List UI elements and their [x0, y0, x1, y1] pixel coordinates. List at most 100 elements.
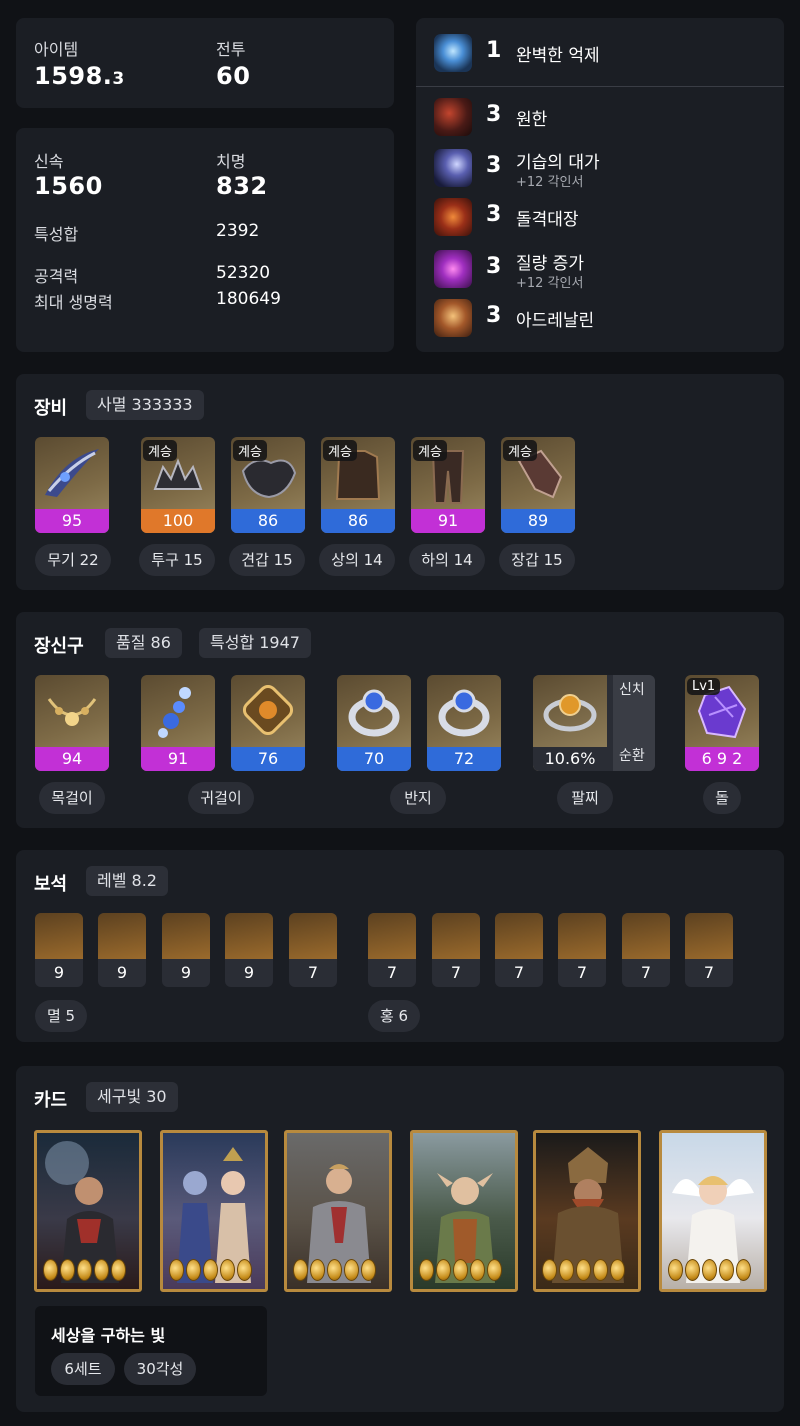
card-set-awaken: 30각성	[124, 1353, 196, 1385]
accessories-panel: 장신구 품질 86 특성합 1947 94 91 76 70 72 10.6% …	[16, 612, 784, 828]
crit-value: 832	[216, 172, 268, 200]
doom-gem[interactable]: 9	[162, 913, 210, 987]
ring-slot[interactable]: 72	[427, 675, 501, 771]
gem-group-label: 홍 6	[368, 1000, 420, 1032]
card[interactable]	[160, 1130, 268, 1292]
inherit-tag: 계승	[323, 440, 357, 461]
awakening-coin-icon	[77, 1259, 92, 1281]
engraving-row[interactable]: 1 완벽한 억제	[434, 30, 794, 76]
trait-sum-label: 특성합	[34, 225, 79, 244]
flame-gem[interactable]: 7	[432, 913, 480, 987]
engraving-book-bonus: +12 각인서	[516, 175, 584, 190]
suppression-icon	[434, 34, 472, 72]
quality-bar: 86	[231, 509, 305, 533]
gloves-slot[interactable]: 계승 89	[501, 437, 575, 533]
attack-value: 52320	[216, 263, 271, 283]
earring-slot[interactable]: 76	[231, 675, 305, 771]
flame-gem[interactable]: 7	[558, 913, 606, 987]
gem-level: 7	[307, 963, 319, 982]
card[interactable]	[410, 1130, 518, 1292]
awakening-coin-icon	[220, 1259, 235, 1281]
flame-gem[interactable]: 7	[495, 913, 543, 987]
engraving-book-bonus: +12 각인서	[516, 276, 584, 291]
flame-gem[interactable]: 7	[685, 913, 733, 987]
flame-gem-icon	[495, 913, 543, 959]
engraving-name: 질량 증가	[516, 254, 584, 274]
quality-bar: 89	[501, 509, 575, 533]
max-hp-value: 180649	[216, 289, 281, 309]
card-awakening	[542, 1259, 627, 1285]
engraving-level: 3	[486, 102, 502, 127]
combat-level-label: 전투	[216, 40, 246, 59]
flame-gem[interactable]: 7	[622, 913, 670, 987]
equipment-label: 장갑 15	[499, 544, 575, 576]
earring-icon	[158, 687, 191, 738]
flame-gem-icon	[685, 913, 733, 959]
engraving-level: 3	[486, 153, 502, 178]
engraving-row[interactable]: 3 질량 증가 +12 각인서	[434, 246, 794, 292]
engraving-row[interactable]: 3 돌격대장	[434, 194, 794, 240]
chest-slot[interactable]: 계승 86	[321, 437, 395, 533]
weapon-slot[interactable]: 95	[35, 437, 109, 533]
stone-level-tag: Lv1	[687, 678, 721, 695]
awakening-coin-icon	[203, 1259, 218, 1281]
flame-gem-icon	[432, 913, 480, 959]
raid-captain-icon	[434, 198, 472, 236]
doom-gem[interactable]: 9	[98, 913, 146, 987]
doom-gem-icon	[289, 913, 337, 959]
card-awakening	[293, 1259, 378, 1285]
accessory-trait-chip: 특성합 1947	[199, 628, 311, 658]
engraving-row[interactable]: 3 아드레날린	[434, 295, 794, 341]
doom-gem-icon	[225, 913, 273, 959]
awakening-coin-icon	[610, 1259, 625, 1281]
doom-gem[interactable]: 7	[289, 913, 337, 987]
necklace-icon	[47, 698, 97, 726]
engraving-row[interactable]: 3 기습의 대가 +12 각인서	[434, 145, 794, 191]
necklace-slot[interactable]: 94	[35, 675, 109, 771]
gem-level: 7	[513, 963, 525, 982]
card[interactable]	[284, 1130, 392, 1292]
gem-group-label: 멸 5	[35, 1000, 87, 1032]
doom-gem-icon	[98, 913, 146, 959]
awakening-coin-icon	[94, 1259, 109, 1281]
flame-gem-icon	[622, 913, 670, 959]
shoulder-slot[interactable]: 계승 86	[231, 437, 305, 533]
ability-stone-slot[interactable]: Lv1 6 9 2	[685, 675, 759, 771]
pants-slot[interactable]: 계승 91	[411, 437, 485, 533]
attack-label: 공격력	[34, 267, 79, 286]
awakening-coin-icon	[593, 1259, 608, 1281]
card-set-box: 세상을 구하는 빛 6세트 30각성	[35, 1306, 267, 1396]
awakening-coin-icon	[293, 1259, 308, 1281]
engraving-row[interactable]: 3 원한	[434, 94, 794, 140]
doom-gem[interactable]: 9	[225, 913, 273, 987]
awakening-coin-icon	[736, 1259, 751, 1281]
engraving-level: 3	[486, 254, 502, 279]
ring-slot[interactable]: 70	[337, 675, 411, 771]
quality-bar: 86	[321, 509, 395, 533]
helmet-slot[interactable]: 계승 100	[141, 437, 215, 533]
flame-gem-icon	[558, 913, 606, 959]
item-level-label: 아이템	[34, 40, 79, 59]
card-set-name: 세상을 구하는 빛	[51, 1326, 166, 1345]
doom-gem[interactable]: 9	[35, 913, 83, 987]
card[interactable]	[659, 1130, 767, 1292]
combat-level-value: 60	[216, 62, 251, 90]
bracelet-slot[interactable]: 10.6% 신치 순환	[533, 675, 655, 771]
engraving-name: 아드레날린	[516, 311, 595, 331]
mass-increase-icon	[434, 250, 472, 288]
card[interactable]	[533, 1130, 641, 1292]
equipment-label: 상의 14	[319, 544, 395, 576]
awakening-coin-icon	[487, 1259, 502, 1281]
quality-bar: 95	[35, 509, 109, 533]
card[interactable]	[34, 1130, 142, 1292]
flame-gem[interactable]: 7	[368, 913, 416, 987]
earring-slot[interactable]: 91	[141, 675, 215, 771]
doom-gem-icon	[162, 913, 210, 959]
gem-level: 7	[450, 963, 462, 982]
cards-title: 카드	[34, 1090, 68, 1111]
equipment-panel: 장비 사멸 333333 95 계승 100 계승 86 계승 86 계승 91…	[16, 374, 784, 590]
card-awakening	[419, 1259, 504, 1285]
card-awakening	[169, 1259, 254, 1285]
accessory-label: 목걸이	[39, 782, 105, 814]
awakening-coin-icon	[470, 1259, 485, 1281]
